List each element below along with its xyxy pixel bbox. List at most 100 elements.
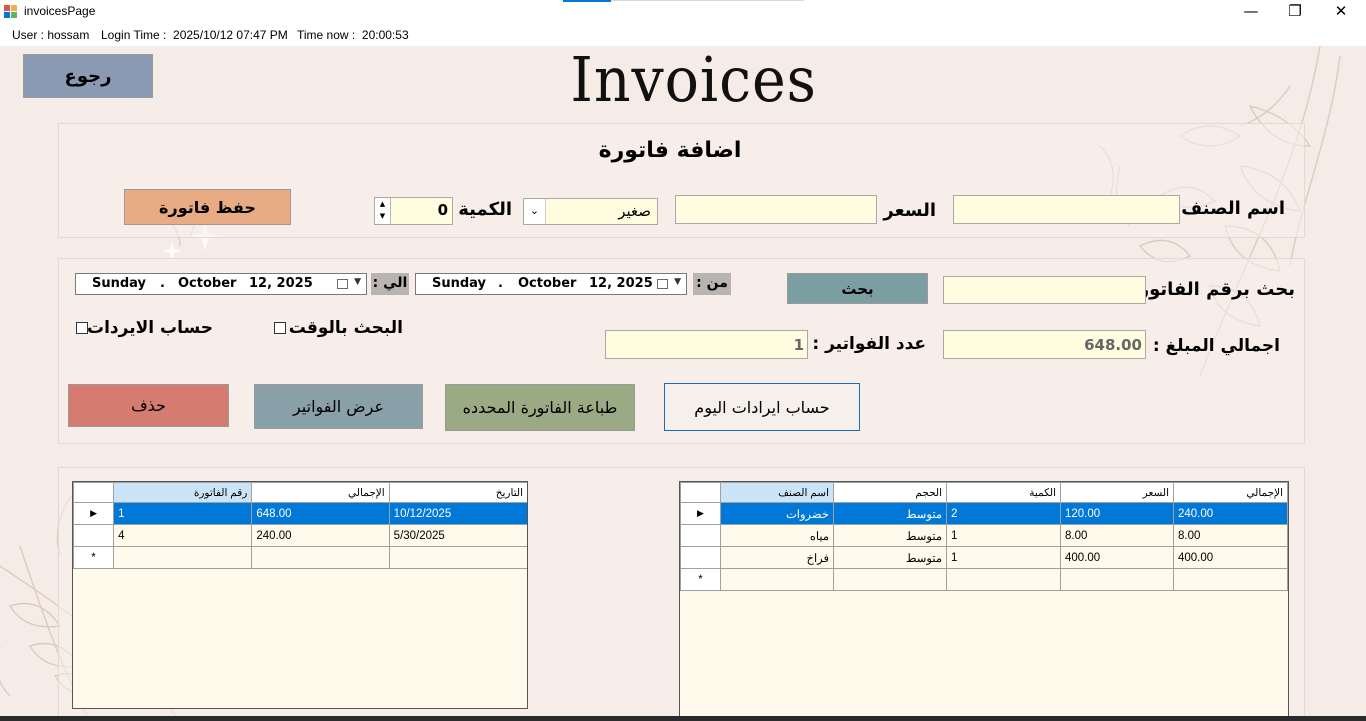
cell-price[interactable]: 400.00 (1060, 546, 1174, 569)
cell-empty[interactable] (1060, 568, 1174, 591)
minimize-button[interactable]: — (1228, 0, 1274, 24)
size-value: صغير (618, 202, 651, 220)
calendar-icon[interactable] (337, 279, 348, 289)
row-header (680, 524, 721, 547)
invoice-items-grid[interactable]: اسم الصنف الحجم الكمية السعر الإجمالي ▶ … (679, 481, 1289, 721)
table-row[interactable]: مياه متوسط 1 8.00 8.00 (680, 524, 1288, 547)
row-header (680, 546, 721, 569)
to-month: October (178, 276, 237, 291)
column-header-quantity[interactable]: الكمية (946, 482, 1061, 503)
cell-total[interactable]: 240.00 (251, 524, 390, 547)
save-invoice-button[interactable]: حفظ فاتورة (124, 189, 291, 225)
table-row[interactable]: ▶ خضروات متوسط 2 120.00 240.00 (680, 502, 1288, 525)
cell-empty[interactable] (1173, 568, 1288, 591)
calendar-icon[interactable] (657, 279, 668, 289)
table-row[interactable]: ▶ 1 648.00 10/12/2025 (73, 502, 527, 525)
column-header-invoice-number[interactable]: رقم الفاتورة (113, 482, 253, 503)
cell-size[interactable]: متوسط (833, 524, 947, 547)
invoices-grid[interactable]: رقم الفاتورة الإجمالي التاريخ ▶ 1 648.00… (72, 481, 528, 709)
cell-size[interactable]: متوسط (833, 546, 947, 569)
invoice-number-search-label: بحث برقم الفاتورة (1128, 279, 1295, 300)
new-row-marker: * (680, 568, 721, 591)
cell-empty[interactable] (113, 546, 253, 569)
title-bar (0, 0, 1366, 24)
chevron-down-icon[interactable]: ▼ (674, 277, 681, 287)
row-header-corner (680, 482, 721, 503)
price-label: السعر (883, 200, 936, 221)
delete-button[interactable]: حذف (68, 384, 229, 427)
from-date-picker[interactable]: Sunday . October 12, 2025 ▼ (415, 273, 687, 295)
column-header-total[interactable]: الإجمالي (1173, 482, 1288, 503)
cell-invoice-number[interactable]: 4 (113, 524, 253, 547)
cell-total[interactable]: 400.00 (1173, 546, 1288, 569)
cell-quantity[interactable]: 2 (946, 502, 1061, 525)
column-header-item-name[interactable]: اسم الصنف (720, 482, 834, 503)
cell-invoice-number[interactable]: 1 (113, 502, 253, 525)
cell-total[interactable]: 240.00 (1173, 502, 1288, 525)
from-month: October (518, 276, 577, 291)
print-selected-invoice-button[interactable]: طباعة الفاتورة المحدده (445, 384, 635, 431)
column-header-size[interactable]: الحجم (833, 482, 947, 503)
price-field[interactable] (675, 195, 877, 224)
chevron-down-icon[interactable]: ⌄ (524, 199, 546, 224)
login-time-label: Login Time : 2025/10/12 07:47 PM (101, 28, 288, 42)
cell-total[interactable]: 648.00 (251, 502, 390, 525)
maximize-button[interactable]: ❐ (1272, 0, 1318, 24)
cell-price[interactable]: 8.00 (1060, 524, 1174, 547)
taskbar-edge (0, 716, 1366, 721)
from-label: من : (693, 273, 731, 295)
new-table-row[interactable]: * (680, 568, 1288, 591)
today-revenue-button[interactable]: حساب ايرادات اليوم (664, 383, 860, 431)
new-table-row[interactable]: * (73, 546, 527, 569)
item-name-field[interactable] (953, 195, 1180, 224)
show-invoices-button[interactable]: عرض الفواتير (254, 384, 423, 429)
column-header-price[interactable]: السعر (1060, 482, 1174, 503)
invoice-count-field: 1 (605, 330, 808, 359)
search-button[interactable]: بحث (787, 273, 928, 304)
cell-date[interactable]: 10/12/2025 (388, 502, 527, 525)
column-header-date[interactable]: التاريخ (388, 482, 527, 503)
cell-empty[interactable] (946, 568, 1061, 591)
cell-empty[interactable] (720, 568, 834, 591)
column-header-total[interactable]: الإجمالي (251, 482, 390, 503)
to-date-picker[interactable]: Sunday . October 12, 2025 ▼ (75, 273, 367, 295)
to-label: الي : (371, 273, 409, 295)
cell-empty[interactable] (388, 546, 527, 569)
back-button[interactable]: رجوع (23, 54, 153, 98)
row-header-corner (73, 482, 115, 503)
cell-size[interactable]: متوسط (833, 502, 947, 525)
tab-divider (611, 0, 804, 1)
table-row[interactable]: فراخ متوسط 1 400.00 400.00 (680, 546, 1288, 569)
size-dropdown[interactable]: ⌄ صغير (523, 198, 658, 225)
cell-item-name[interactable]: فراخ (720, 546, 834, 569)
cell-total[interactable]: 8.00 (1173, 524, 1288, 547)
search-by-time-checkbox[interactable] (274, 322, 286, 334)
revenue-calc-checkbox[interactable] (76, 322, 88, 334)
spin-updown-icon[interactable]: ▲ ▼ (375, 198, 391, 224)
cell-quantity[interactable]: 1 (946, 546, 1061, 569)
quantity-stepper[interactable]: ▲ ▼ 0 (374, 197, 453, 225)
app-icon (4, 5, 18, 19)
chevron-down-icon[interactable]: ▼ (354, 277, 361, 287)
cell-date[interactable]: 5/30/2025 (388, 524, 527, 547)
search-by-time-label: البحث بالوقت (288, 318, 403, 338)
cell-item-name[interactable]: مياه (720, 524, 834, 547)
new-row-marker: * (73, 546, 115, 569)
invoice-number-field[interactable] (943, 276, 1146, 304)
cell-empty[interactable] (251, 546, 390, 569)
to-day: Sunday (92, 276, 147, 291)
cell-quantity[interactable]: 1 (946, 524, 1061, 547)
row-marker: ▶ (680, 502, 721, 525)
from-date: 12, 2025 (589, 276, 653, 291)
invoice-count-label: عدد الفواتير : (812, 334, 926, 354)
cell-empty[interactable] (833, 568, 947, 591)
table-row[interactable]: 4 240.00 5/30/2025 (73, 524, 527, 547)
quantity-label: الكمية (458, 199, 512, 220)
time-now-label: Time now : 20:00:53 (297, 28, 409, 42)
cell-price[interactable]: 120.00 (1060, 502, 1174, 525)
close-button[interactable]: ✕ (1318, 0, 1364, 24)
row-marker: ▶ (73, 502, 115, 525)
window-title: invoicesPage (24, 4, 96, 18)
cell-item-name[interactable]: خضروات (720, 502, 834, 525)
revenue-calc-label: حساب الايردات (86, 318, 213, 338)
